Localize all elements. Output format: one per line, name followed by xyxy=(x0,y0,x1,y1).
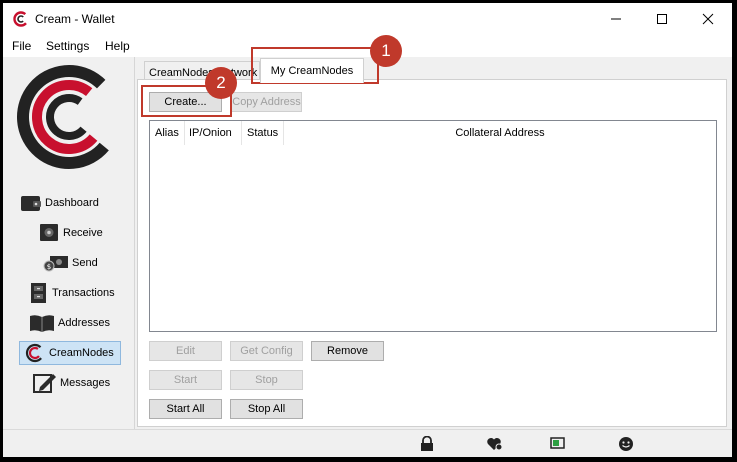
app-window: Cream - Wallet File Settings Help Dashbo… xyxy=(3,3,732,457)
menu-file[interactable]: File xyxy=(12,39,31,53)
annotation-marker-1: 1 xyxy=(370,35,402,67)
lock-icon[interactable] xyxy=(420,436,434,452)
close-icon xyxy=(702,13,714,25)
safe-icon xyxy=(40,224,58,241)
get-config-button[interactable]: Get Config xyxy=(230,341,303,361)
sync-status-icon[interactable] xyxy=(550,436,566,450)
sidebar-label-receive: Receive xyxy=(63,227,103,239)
column-header-collateral-address[interactable]: Collateral Address xyxy=(284,121,716,145)
my-creamnodes-panel: Create... Copy Address Alias IP/Onion St… xyxy=(137,79,727,427)
title-bar: Cream - Wallet xyxy=(3,3,732,35)
column-header-alias[interactable]: Alias xyxy=(150,121,185,145)
cream-brand-logo xyxy=(17,65,121,169)
minimize-icon xyxy=(611,18,621,20)
creamnodes-icon xyxy=(25,343,45,363)
svg-text:$: $ xyxy=(47,263,51,271)
network-heart-icon[interactable] xyxy=(486,436,504,452)
sidebar-item-dashboard[interactable]: Dashboard xyxy=(20,191,120,215)
sidebar-label-addresses: Addresses xyxy=(58,317,110,329)
sidebar-item-addresses[interactable]: Addresses xyxy=(29,311,129,335)
sidebar-label-send: Send xyxy=(72,257,98,269)
maximize-button[interactable] xyxy=(639,3,685,35)
sidebar-item-creamnodes[interactable]: CreamNodes xyxy=(19,341,121,365)
wallet-icon xyxy=(21,196,41,211)
close-button[interactable] xyxy=(685,3,731,35)
edit-button[interactable]: Edit xyxy=(149,341,222,361)
staking-status-icon[interactable] xyxy=(618,436,634,452)
minimize-button[interactable] xyxy=(593,3,639,35)
menu-settings[interactable]: Settings xyxy=(46,39,89,53)
tab-my-creamnodes[interactable]: My CreamNodes xyxy=(260,58,364,83)
cream-logo-icon xyxy=(13,11,29,27)
tab-label-network: CreamNodes Network xyxy=(149,66,258,79)
column-header-ip-onion[interactable]: IP/Onion xyxy=(185,121,242,145)
creamnodes-table: Alias IP/Onion Status Collateral Address xyxy=(149,120,717,332)
sidebar-item-transactions[interactable]: Transactions xyxy=(29,281,129,305)
tab-label-my-creamnodes: My CreamNodes xyxy=(270,65,354,77)
sidebar-label-transactions: Transactions xyxy=(52,287,115,299)
sidebar-label-creamnodes: CreamNodes xyxy=(49,347,114,359)
sidebar-item-messages[interactable]: Messages xyxy=(33,371,133,395)
start-all-button[interactable]: Start All xyxy=(149,399,222,419)
sidebar-label-messages: Messages xyxy=(60,377,111,389)
file-cabinet-icon xyxy=(31,283,46,303)
annotation-marker-2: 2 xyxy=(205,67,237,99)
book-icon xyxy=(30,315,54,332)
column-header-status[interactable]: Status xyxy=(242,121,284,145)
menu-help[interactable]: Help xyxy=(105,39,130,53)
maximize-icon xyxy=(657,14,667,24)
remove-button[interactable]: Remove xyxy=(311,341,384,361)
edit-note-icon xyxy=(33,374,56,393)
sidebar-item-receive[interactable]: Receive xyxy=(38,221,138,245)
start-button[interactable]: Start xyxy=(149,370,222,390)
sidebar-item-send[interactable]: $ Send xyxy=(43,251,143,275)
sidebar-label-dashboard: Dashboard xyxy=(45,197,99,209)
copy-address-button[interactable]: Copy Address xyxy=(231,92,302,112)
stop-button[interactable]: Stop xyxy=(230,370,303,390)
stop-all-button[interactable]: Stop All xyxy=(230,399,303,419)
money-icon: $ xyxy=(43,256,68,272)
sidebar: Dashboard Receive $ Send Transactions Ad… xyxy=(3,57,135,429)
window-title: Cream - Wallet xyxy=(35,12,115,26)
status-bar xyxy=(3,429,732,457)
